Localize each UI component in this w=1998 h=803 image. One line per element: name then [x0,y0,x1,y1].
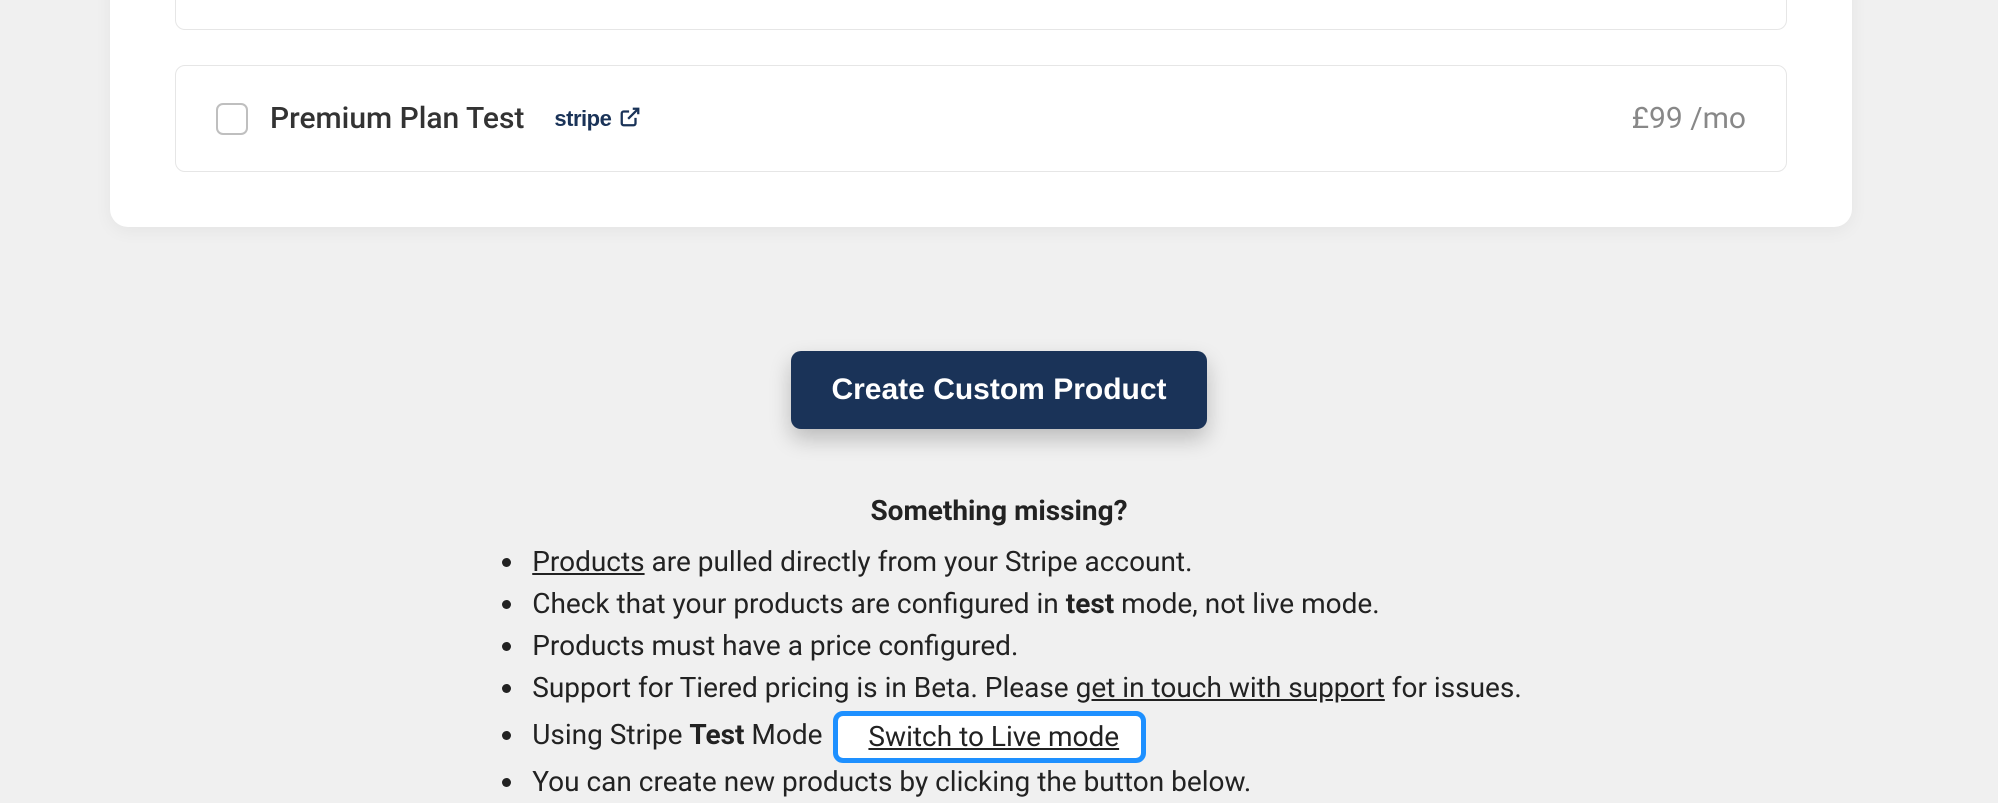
help-item-create: You can create new products by clicking … [526,761,1522,803]
product-checkbox[interactable] [216,103,248,135]
main-panel: Premium Plan Test stripe £99 /mo [110,0,1852,227]
product-name: Premium Plan Test [270,101,524,136]
help-heading: Something missing? [870,494,1127,527]
help-text-bold: test [1066,587,1114,620]
product-left: Premium Plan Test stripe [216,101,641,136]
help-text: mode, not live mode. [1114,587,1379,620]
help-text: Mode [744,718,829,751]
switch-to-live-button[interactable]: Switch to Live mode [833,711,1146,763]
help-text: for issues. [1385,671,1522,704]
help-item-testmode: Check that your products are configured … [526,583,1522,625]
create-custom-product-button[interactable]: Create Custom Product [791,351,1206,429]
help-text: Support for Tiered pricing is in Beta. P… [532,671,1075,704]
help-text: are pulled directly from your Stripe acc… [645,545,1193,578]
product-price: £99 /mo [1632,101,1746,136]
stripe-link[interactable]: stripe [554,106,641,132]
external-link-icon [619,106,641,132]
stripe-logo: stripe [554,106,611,132]
support-link[interactable]: get in touch with support [1076,671,1385,704]
help-text: Products must have a price configured. [532,629,1018,662]
help-text: Check that your products are configured … [532,587,1065,620]
product-card-cut [175,0,1787,30]
help-item-mode: Using Stripe Test Mode Switch to Live mo… [526,709,1522,761]
help-text: You can create new products by clicking … [532,765,1251,798]
help-item-tiered: Support for Tiered pricing is in Beta. P… [526,667,1522,709]
help-text-bold: Test [689,718,744,751]
help-item-price: Products must have a price configured. [526,625,1522,667]
help-list: Products are pulled directly from your S… [476,541,1522,803]
product-card: Premium Plan Test stripe £99 /mo [175,65,1787,172]
help-item-products: Products are pulled directly from your S… [526,541,1522,583]
products-link[interactable]: Products [532,545,644,578]
help-text: Using Stripe [532,718,689,751]
